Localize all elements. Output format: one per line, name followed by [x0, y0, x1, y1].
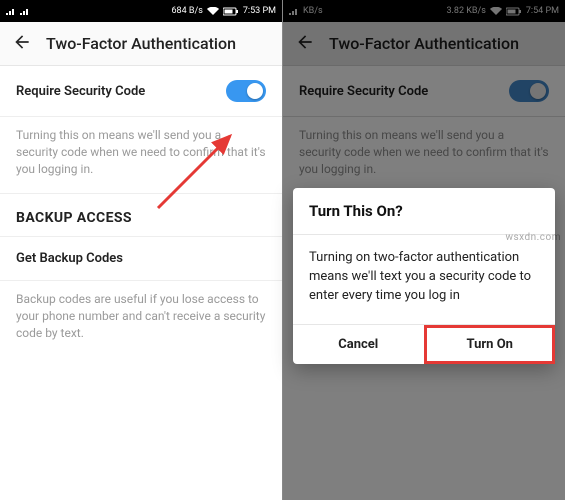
turn-on-button[interactable]: Turn On [424, 325, 556, 364]
dialog-title: Turn This On? [293, 188, 555, 235]
network-speed: 684 B/s [172, 6, 203, 16]
phone-screenshot-right: KB/s 3.82 KB/s 7:54 PM Two-Factor Authen… [283, 0, 565, 500]
sim-icon [20, 7, 30, 16]
confirm-dialog: Turn This On? Turning on two-factor auth… [293, 188, 555, 364]
require-code-description: Turning this on means we'll send you a s… [0, 117, 282, 194]
back-icon[interactable] [12, 32, 32, 56]
page-title: Two-Factor Authentication [46, 34, 236, 53]
watermark-text: wsxdn.com [505, 232, 561, 243]
status-bar: 684 B/s 7:53 PM [0, 0, 282, 22]
wifi-icon [207, 7, 219, 16]
battery-icon [223, 7, 239, 16]
require-code-row: Require Security Code [0, 66, 282, 117]
backup-description: Backup codes are useful if you lose acce… [0, 281, 282, 357]
get-backup-codes-link[interactable]: Get Backup Codes [0, 237, 282, 281]
phone-screenshot-left: 684 B/s 7:53 PM Two-Factor Authenticatio… [0, 0, 282, 500]
content-area: Require Security Code Turning this on me… [0, 66, 282, 500]
dialog-actions: Cancel Turn On [293, 324, 555, 364]
backup-section-title: BACKUP ACCESS [0, 194, 282, 237]
app-header: Two-Factor Authentication [0, 22, 282, 66]
signal-icon [6, 7, 16, 16]
require-code-toggle[interactable] [226, 80, 266, 102]
clock: 7:53 PM [243, 6, 276, 16]
cancel-button[interactable]: Cancel [293, 325, 424, 364]
require-code-label: Require Security Code [16, 84, 145, 99]
dialog-body: Turning on two-factor authentication mea… [293, 235, 555, 324]
